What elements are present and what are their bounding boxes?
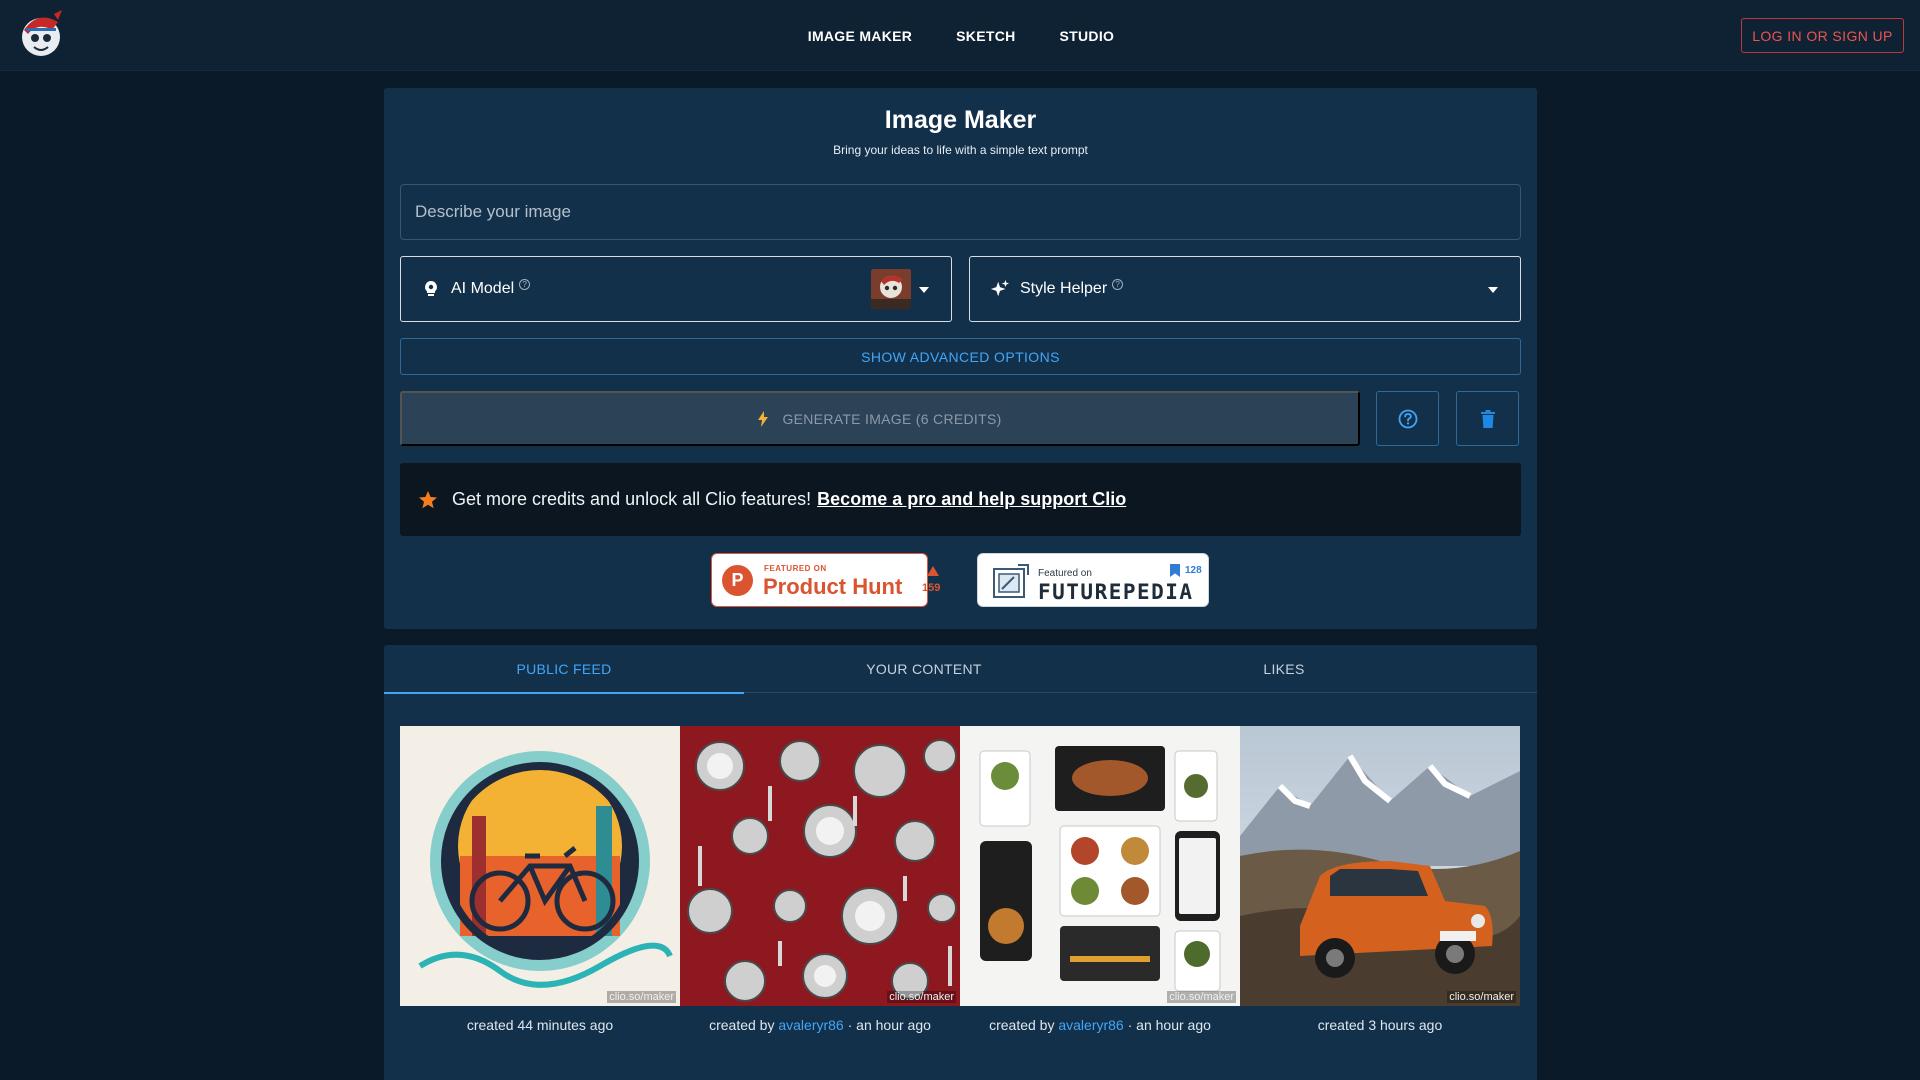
tab-likes[interactable]: LIKES	[1104, 645, 1464, 693]
caption-user-link[interactable]: avaleryr86	[778, 1017, 843, 1033]
become-pro-link[interactable]: Become a pro and help support Clio	[817, 489, 1126, 510]
feed-grid: clio.so/maker clio.so/maker clio.so/make…	[400, 726, 1521, 1006]
feed-caption: created 3 hours ago	[1240, 1017, 1520, 1033]
caption-user-link[interactable]: avaleryr86	[1058, 1017, 1123, 1033]
lightbulb-icon	[421, 279, 441, 299]
generate-image-label: GENERATE IMAGE (6 CREDITS)	[782, 410, 1002, 427]
bookmark-icon	[1170, 564, 1180, 577]
feed-tabs: PUBLIC FEED YOUR CONTENT LIKES	[384, 645, 1537, 694]
caption-time: 3 hours ago	[1368, 1017, 1443, 1033]
style-helper-label: Style Helper	[1020, 280, 1108, 297]
watermark: clio.so/maker	[1167, 991, 1236, 1003]
sparkles-icon	[990, 279, 1010, 299]
product-hunt-logo-icon: P	[722, 565, 753, 596]
ai-model-label: AI Model	[451, 280, 515, 297]
tab-your-content[interactable]: YOUR CONTENT	[744, 645, 1104, 693]
delete-button[interactable]	[1456, 391, 1519, 446]
question-mark-icon[interactable]: ?	[1112, 278, 1124, 290]
caption-prefix: created	[1317, 1017, 1365, 1033]
generate-image-button[interactable]: GENERATE IMAGE (6 CREDITS)	[400, 391, 1360, 446]
tab-public-feed[interactable]: PUBLIC FEED	[384, 645, 744, 694]
chevron-down-icon	[919, 287, 929, 293]
feed-image-bicycle[interactable]: clio.so/maker	[400, 726, 680, 1006]
show-advanced-options-button[interactable]: SHOW ADVANCED OPTIONS	[400, 338, 1521, 375]
product-hunt-badge[interactable]: P FEATURED ON Product Hunt 159	[711, 553, 940, 607]
caption-prefix: created	[466, 1017, 514, 1033]
ph-name: Product Hunt	[763, 574, 903, 599]
upvote-triangle-icon	[927, 566, 939, 576]
ph-featured-label: FEATURED ON	[764, 564, 827, 573]
feed-caption: created by avaleryr86 · an hour ago	[989, 1017, 1211, 1033]
trash-icon	[1480, 409, 1495, 428]
feed-caption: created 44 minutes ago	[400, 1017, 680, 1033]
model-thumbnail	[871, 269, 911, 309]
caption-prefix: created by	[989, 1017, 1055, 1033]
question-circle-icon	[1398, 409, 1417, 428]
ai-model-select[interactable]: AI Model ?	[400, 256, 952, 322]
nav-sketch[interactable]: SKETCH	[956, 28, 1015, 44]
login-signup-button[interactable]: LOG IN OR SIGN UP	[1741, 18, 1904, 53]
caption-prefix: created by	[709, 1017, 775, 1033]
feed-image-food-app[interactable]: clio.so/maker	[960, 726, 1240, 1006]
caption-time: 44 minutes ago	[517, 1017, 614, 1033]
fp-name: FUTUREPEDIA	[1038, 580, 1194, 604]
feed-panel: PUBLIC FEED YOUR CONTENT LIKES clio.so/m…	[384, 645, 1537, 1080]
feed-caption: created by avaleryr86 · an hour ago	[709, 1017, 931, 1033]
watermark: clio.so/maker	[887, 991, 956, 1003]
top-bar: IMAGE MAKER SKETCH STUDIO LOG IN OR SIGN…	[0, 0, 1920, 71]
fp-featured-label: Featured on	[1038, 568, 1092, 579]
nav-image-maker[interactable]: IMAGE MAKER	[808, 28, 912, 44]
help-button[interactable]	[1376, 391, 1439, 446]
fp-bookmark-count: 128	[1185, 565, 1202, 576]
chevron-down-icon	[1488, 287, 1498, 293]
feed-image-orange-car[interactable]: clio.so/maker	[1240, 726, 1520, 1006]
futurepedia-badge[interactable]: Featured on FUTUREPEDIA 128	[977, 553, 1209, 607]
main-nav: IMAGE MAKER SKETCH STUDIO	[0, 0, 1920, 71]
caption-time: an hour ago	[1136, 1017, 1211, 1033]
question-mark-icon[interactable]: ?	[519, 278, 531, 290]
pro-upgrade-banner: Get more credits and unlock all Clio fea…	[400, 463, 1521, 536]
image-maker-panel: Image Maker Bring your ideas to life wit…	[384, 88, 1537, 629]
page-title: Image Maker	[884, 106, 1037, 134]
watermark: clio.so/maker	[607, 991, 676, 1003]
page-subtitle: Bring your ideas to life with a simple t…	[833, 143, 1088, 157]
watermark: clio.so/maker	[1447, 991, 1516, 1003]
prompt-input[interactable]	[400, 184, 1521, 240]
promo-text: Get more credits and unlock all Clio fea…	[452, 489, 812, 509]
bolt-icon	[758, 410, 769, 427]
caption-time: an hour ago	[856, 1017, 931, 1033]
ph-upvote-count: 159	[922, 582, 941, 594]
feed-image-dishes[interactable]: clio.so/maker	[680, 726, 960, 1006]
star-icon	[419, 490, 437, 508]
style-helper-select[interactable]: Style Helper ?	[969, 256, 1521, 322]
nav-studio[interactable]: STUDIO	[1060, 28, 1115, 44]
feed-captions: created 44 minutes ago created by avaler…	[400, 1017, 1521, 1033]
futurepedia-logo-icon	[993, 564, 1029, 598]
